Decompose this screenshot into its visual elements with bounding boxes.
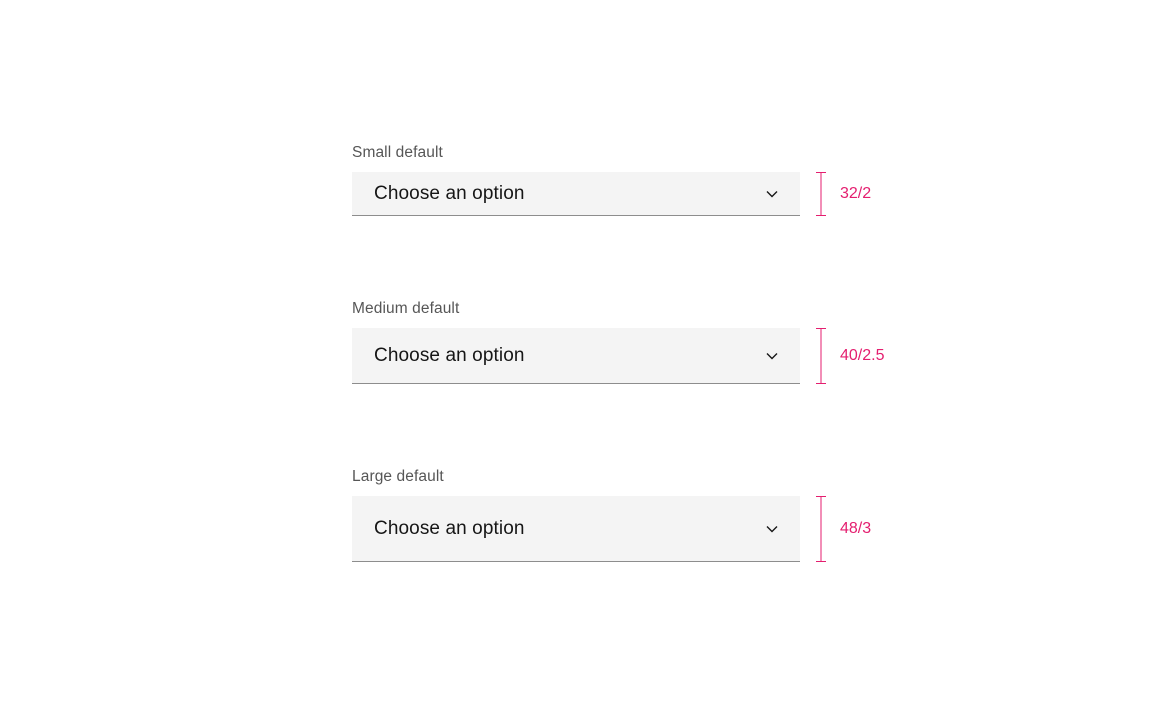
field-group-small: Small default Choose an option — [352, 144, 800, 216]
field-group-large: Large default Choose an option — [352, 468, 800, 562]
chevron-down-icon — [764, 521, 780, 537]
dropdown-small-placeholder: Choose an option — [374, 183, 525, 205]
height-bracket-icon — [816, 496, 826, 562]
dropdown-large-placeholder: Choose an option — [374, 518, 525, 540]
row-small: Small default Choose an option 32/2 — [352, 144, 884, 216]
chevron-down-icon — [764, 348, 780, 364]
field-group-medium: Medium default Choose an option — [352, 300, 800, 384]
dropdown-sizing-spec: Small default Choose an option 32/2 Medi… — [352, 144, 884, 562]
label-medium: Medium default — [352, 300, 800, 318]
dropdown-large[interactable]: Choose an option — [352, 496, 800, 562]
chevron-down-icon — [764, 186, 780, 202]
height-bracket-icon — [816, 172, 826, 216]
dropdown-medium-placeholder: Choose an option — [374, 345, 525, 367]
measurement-large-value: 48/3 — [840, 520, 871, 538]
measurement-small: 32/2 — [816, 172, 871, 216]
measurement-medium: 40/2.5 — [816, 328, 884, 384]
dropdown-small[interactable]: Choose an option — [352, 172, 800, 216]
row-medium: Medium default Choose an option 40/2.5 — [352, 300, 884, 384]
label-small: Small default — [352, 144, 800, 162]
measurement-large: 48/3 — [816, 496, 871, 562]
height-bracket-icon — [816, 328, 826, 384]
row-large: Large default Choose an option 48/3 — [352, 468, 884, 562]
label-large: Large default — [352, 468, 800, 486]
measurement-small-value: 32/2 — [840, 185, 871, 203]
measurement-medium-value: 40/2.5 — [840, 347, 884, 365]
dropdown-medium[interactable]: Choose an option — [352, 328, 800, 384]
